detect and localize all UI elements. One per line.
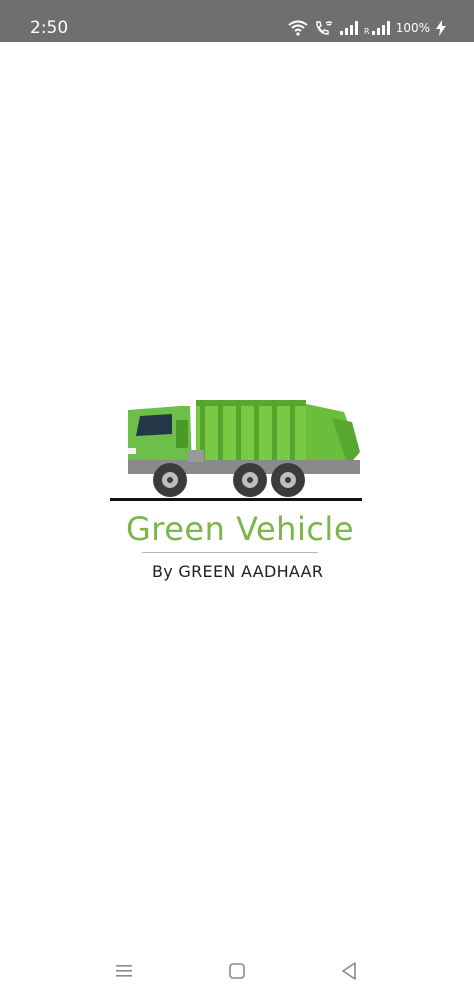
status-bar: 2:50 R 100% <box>0 0 474 42</box>
navigation-bar <box>0 950 474 992</box>
wheel-rear <box>271 463 305 497</box>
battery-percent: 100% <box>395 21 430 35</box>
splash-logo: Green Vehicle By GREEN AADHAAR <box>100 390 380 600</box>
title-divider <box>142 552 318 553</box>
app-title: Green Vehicle <box>125 510 354 548</box>
wifi-calling-icon <box>314 20 334 36</box>
status-icons: R 100% <box>288 18 446 38</box>
wheel-front <box>153 463 187 497</box>
app-subtitle: By GREEN AADHAAR <box>152 562 324 581</box>
wifi-icon <box>288 20 308 36</box>
signal-icon <box>339 21 358 35</box>
back-icon[interactable] <box>338 960 360 982</box>
svg-text:R: R <box>364 27 370 35</box>
menu-icon[interactable] <box>113 960 135 982</box>
wheel-mid <box>233 463 267 497</box>
home-icon[interactable] <box>226 960 248 982</box>
status-time: 2:50 <box>30 18 69 38</box>
garbage-truck-icon <box>110 400 362 501</box>
signal-roaming-icon: R <box>364 21 390 35</box>
charging-icon <box>436 20 446 36</box>
